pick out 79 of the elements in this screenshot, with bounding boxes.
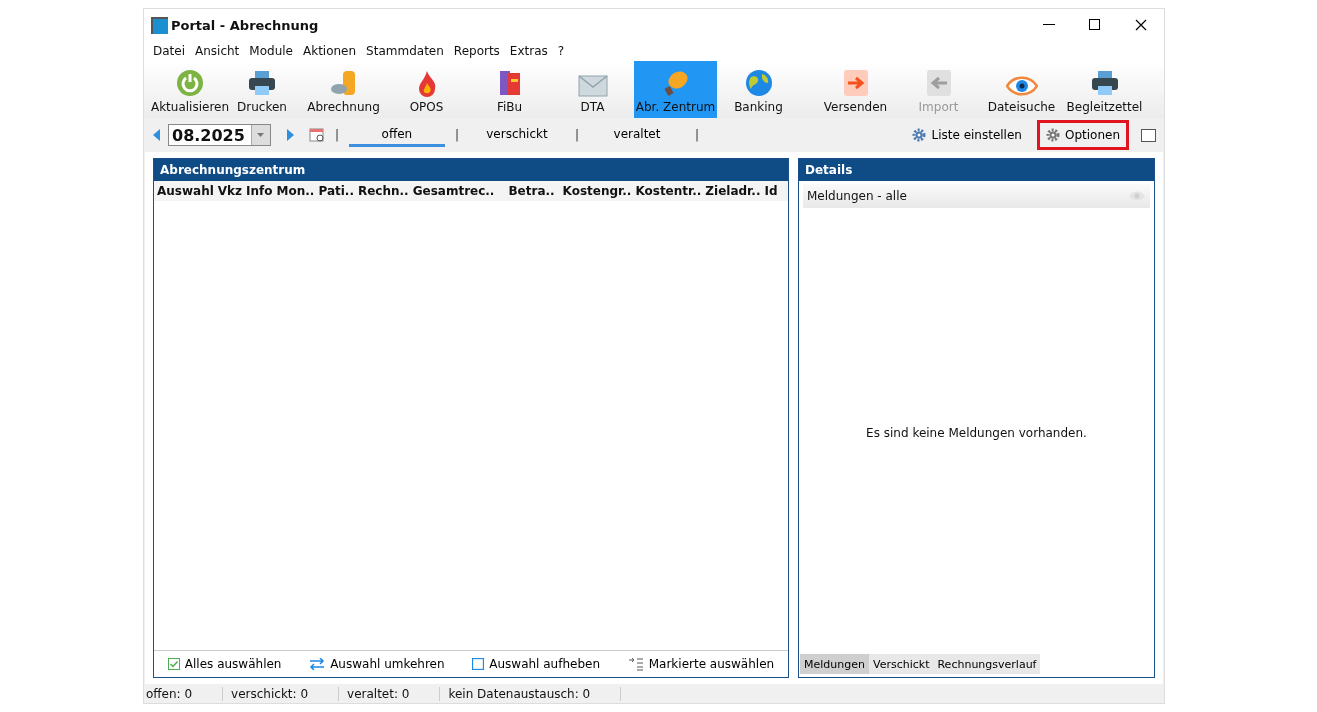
arrow-left-icon <box>925 69 952 97</box>
panel-title: Abrechnungszentrum <box>154 159 788 181</box>
arrow-right-icon <box>842 69 869 97</box>
details-tab[interactable]: Rechnungsverlauf <box>933 654 1041 674</box>
filter-tab[interactable]: verschickt <box>468 123 565 147</box>
toolbar-button[interactable]: Versenden <box>814 61 897 118</box>
toolbar-action-button[interactable]: Optionen <box>1036 120 1129 150</box>
toolbar-button[interactable]: Drucken <box>232 61 292 118</box>
maximize-icon <box>1089 19 1101 31</box>
minimize-icon <box>1043 24 1055 26</box>
previous-icon[interactable] <box>152 129 162 141</box>
panel-toggle-icon[interactable] <box>1141 128 1156 142</box>
menu-item[interactable]: Datei <box>148 44 190 58</box>
printer-icon <box>1089 69 1120 97</box>
empty-message: Es sind keine Meldungen vorhanden. <box>866 425 1087 440</box>
next-icon[interactable] <box>284 129 295 141</box>
column-header[interactable]: Kostengr.. <box>562 184 636 198</box>
column-header[interactable]: Pati.. <box>318 184 358 198</box>
separator-text: | <box>694 128 701 142</box>
toolbar-button[interactable]: Abr. Zentrum <box>634 61 717 118</box>
app-logo-icon <box>151 16 168 34</box>
settings-icon <box>912 128 927 142</box>
toolbar-button[interactable]: DTA <box>551 61 634 118</box>
swap-arrows-icon <box>309 658 326 670</box>
close-icon <box>1135 19 1147 31</box>
menu-item[interactable]: Ansicht <box>190 44 245 58</box>
toolbar-button[interactable]: Begleitzettel <box>1063 61 1146 118</box>
status-text: verschickt: 0 <box>229 686 340 701</box>
column-header[interactable]: Gesamtrec.. <box>412 184 509 198</box>
window-title: Portal - Abrechnung <box>171 17 320 33</box>
column-header[interactable]: Mon.. <box>276 184 319 198</box>
panel-title: Details <box>799 159 1154 181</box>
calendar-icon[interactable] <box>308 127 325 143</box>
column-header[interactable]: Vkz <box>217 184 247 198</box>
toolbar-button[interactable]: Dateisuche <box>980 61 1063 118</box>
envelope-icon <box>577 75 608 97</box>
status-text: offen: 0 <box>144 686 224 701</box>
details-tab[interactable]: Verschickt <box>868 654 934 674</box>
filter-tab[interactable]: veraltet <box>589 123 685 147</box>
toolbar-button[interactable]: Abrechnung <box>302 61 385 118</box>
globe-icon <box>744 69 773 97</box>
menu-item[interactable]: Aktionen <box>297 44 362 58</box>
menu-item[interactable]: Module <box>244 44 298 58</box>
separator-text: | <box>333 128 340 142</box>
column-header[interactable]: Betra.. <box>508 184 563 198</box>
column-header[interactable]: Info <box>246 184 277 198</box>
selection-action-button[interactable]: Alles auswählen <box>161 656 288 672</box>
period-field[interactable]: 08.2025 <box>168 124 271 146</box>
status-text: veraltet: 0 <box>345 686 441 701</box>
caret-icon <box>257 133 265 137</box>
menu-item[interactable]: Stammdaten <box>361 44 449 58</box>
selection-action-button[interactable]: Auswahl aufheben <box>466 656 607 672</box>
checkbox-icon <box>167 658 180 670</box>
section-title: Meldungen - alle <box>807 189 907 203</box>
details-tab[interactable]: Meldungen <box>800 654 869 674</box>
selection-action-button[interactable]: Auswahl umkehren <box>303 656 451 672</box>
column-header[interactable]: Auswahl <box>157 184 218 198</box>
selection-action-button[interactable]: Markierte auswählen <box>621 656 781 672</box>
filter-tab[interactable]: offen <box>348 123 445 147</box>
column-header[interactable]: Id <box>764 184 782 198</box>
menu-item[interactable]: ? <box>552 44 570 58</box>
settings-icon <box>1045 128 1060 142</box>
menu-item[interactable]: Reports <box>448 44 505 58</box>
list-arrow-icon <box>627 657 644 671</box>
menu-item[interactable]: Extras <box>504 44 553 58</box>
toolbar-button[interactable]: Banking <box>717 61 800 118</box>
printer-icon <box>247 69 277 97</box>
column-header[interactable]: Kostentr.. <box>635 184 706 198</box>
status-text: kein Datenaustausch: 0 <box>446 686 622 701</box>
separator-text: | <box>573 128 580 142</box>
toolbar-button[interactable]: OPOS <box>385 61 468 118</box>
column-header[interactable]: Rechn.. <box>357 184 413 198</box>
separator-text: | <box>453 128 460 142</box>
eye-icon <box>1005 75 1038 97</box>
toolbar-button[interactable]: FiBu <box>468 61 551 118</box>
empty-checkbox-icon <box>472 658 485 670</box>
toolbar-action-button[interactable]: Liste einstellen <box>903 120 1031 150</box>
toolbar-button[interactable]: Aktualisieren <box>148 61 232 118</box>
column-header[interactable]: Zieladr.. <box>705 184 765 198</box>
